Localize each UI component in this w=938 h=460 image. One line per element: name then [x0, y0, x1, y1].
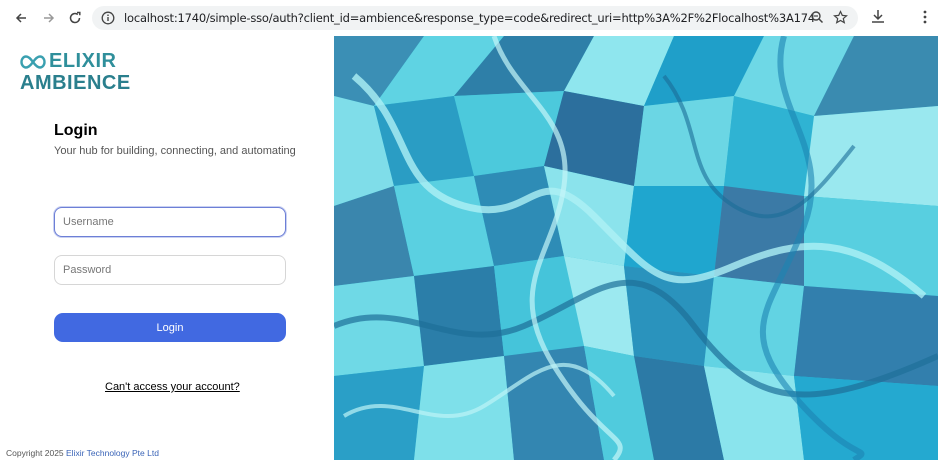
bookmark-star-icon[interactable] [833, 10, 848, 30]
logo-text-elixir: ELIXIR [49, 50, 117, 72]
page-title: Login [54, 122, 98, 139]
login-panel: ELIXIR AMBIENCE Login Your hub for build… [0, 36, 334, 460]
reload-button[interactable] [64, 7, 86, 29]
copyright-text: Copyright 2025 Elixir Technology Pte Ltd [6, 448, 159, 458]
download-icon[interactable] [870, 8, 886, 31]
browser-menu-icon[interactable] [922, 8, 928, 31]
background-artwork [334, 36, 938, 460]
abstract-pattern-image [334, 36, 938, 460]
copyright-prefix: Copyright 2025 [6, 448, 67, 458]
forward-arrow-icon [44, 13, 55, 23]
reload-icon [69, 11, 81, 24]
site-info-icon[interactable] [100, 10, 116, 26]
browser-toolbar: localhost:1740/simple-sso/auth?client_id… [0, 0, 938, 36]
zoom-icon[interactable] [810, 10, 824, 29]
back-button[interactable] [10, 7, 32, 29]
username-input[interactable] [54, 207, 286, 237]
company-link[interactable]: Elixir Technology Pte Ltd [66, 448, 159, 458]
address-bar[interactable]: localhost:1740/simple-sso/auth?client_id… [92, 6, 858, 30]
url-text[interactable]: localhost:1740/simple-sso/auth?client_id… [124, 11, 814, 25]
logo-text-ambience: AMBIENCE [20, 72, 131, 94]
page-subtitle: Your hub for building, connecting, and a… [54, 145, 296, 157]
brand-logo: ELIXIR AMBIENCE [20, 50, 131, 93]
infinity-logo-icon [20, 54, 46, 69]
forward-button[interactable] [38, 7, 60, 29]
login-button[interactable]: Login [54, 313, 286, 342]
password-input[interactable] [54, 255, 286, 285]
cant-access-account-link[interactable]: Can't access your account? [105, 381, 240, 393]
back-arrow-icon [15, 13, 26, 23]
